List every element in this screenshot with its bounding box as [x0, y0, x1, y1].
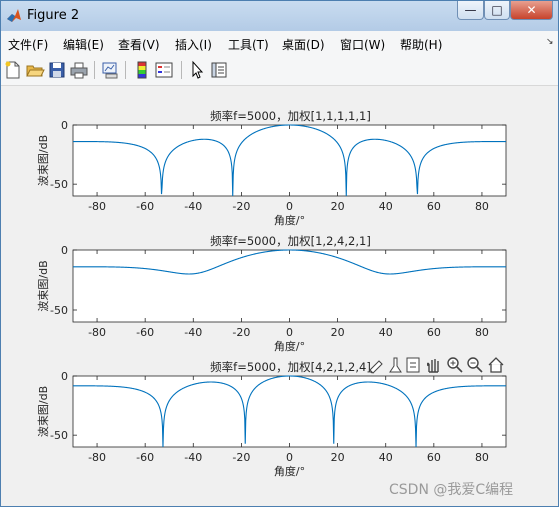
y-tick-label: -50 — [50, 429, 68, 442]
menu-bar: 文件(F) 编辑(E) 查看(V) 插入(I) 工具(T) 桌面(D) 窗口(W… — [1, 31, 558, 55]
x-tick-label: 40 — [379, 326, 393, 339]
y-tick-label: 0 — [61, 370, 68, 383]
pan-icon[interactable] — [426, 359, 439, 373]
x-axis-label: 角度/° — [274, 213, 305, 227]
x-tick-label: -40 — [184, 451, 202, 464]
x-tick-label: -60 — [136, 326, 154, 339]
y-tick-label: 0 — [61, 244, 68, 257]
axes-box — [72, 124, 507, 197]
brush-icon[interactable] — [368, 360, 383, 374]
title-bar[interactable]: Figure 2 — □ ✕ — [1, 1, 558, 31]
subplot-title: 频率f=5000，加权[1,2,4,2,1] — [210, 234, 371, 248]
figure-toolbar — [1, 55, 558, 86]
matlab-logo-icon — [7, 9, 21, 22]
menu-edit[interactable]: 编辑(E) — [63, 36, 104, 53]
y-axis-label: 波束图/dB — [37, 135, 50, 186]
figure-area: -80 -60 -40 -20 0 20 40 60 80 0 -50 频率f=5000，加权[1,1… — [1, 86, 558, 506]
axes-toolbar — [367, 356, 507, 374]
figure-window: Figure 2 — □ ✕ 文件(F) 编辑(E) 查看(V) 插入(I) 工… — [0, 0, 559, 507]
axes-box — [72, 375, 507, 448]
print-icon[interactable] — [69, 60, 89, 80]
menu-help[interactable]: 帮助(H) — [400, 36, 442, 53]
pointer-icon[interactable] — [187, 60, 207, 80]
x-tick-label: -40 — [184, 200, 202, 213]
data-tips-icon[interactable] — [389, 357, 402, 373]
link-plot-icon[interactable] — [100, 60, 120, 80]
x-tick-label: -60 — [136, 451, 154, 464]
menu-pin-icon[interactable]: ↘ — [546, 37, 554, 47]
subplot-title: 频率f=5000，加权[1,1,1,1,1] — [210, 109, 371, 123]
minimize-button[interactable]: — — [457, 1, 484, 20]
x-tick-label: 20 — [331, 451, 345, 464]
x-tick-label: 60 — [427, 326, 441, 339]
menu-window[interactable]: 窗口(W) — [340, 36, 385, 53]
menu-view[interactable]: 查看(V) — [118, 36, 160, 53]
y-axis-label: 波束图/dB — [37, 260, 50, 311]
x-tick-label: 60 — [427, 200, 441, 213]
new-figure-icon[interactable] — [3, 60, 23, 80]
subplot-1: -80 -60 -40 -20 0 20 40 60 80 0 -50 频率f=5000，加权[1,1… — [37, 109, 507, 227]
x-tick-label: 80 — [475, 200, 489, 213]
x-axis-label: 角度/° — [274, 339, 305, 353]
export-icon[interactable] — [406, 357, 420, 373]
home-icon[interactable] — [488, 357, 504, 373]
colorbar-icon[interactable] — [132, 60, 152, 80]
x-axis-label: 角度/° — [274, 464, 305, 478]
y-tick-label: 0 — [61, 119, 68, 132]
x-tick-label: -20 — [232, 200, 250, 213]
x-tick-label: 0 — [286, 326, 293, 339]
x-tick-label: -20 — [232, 451, 250, 464]
x-tick-label: 20 — [331, 326, 345, 339]
save-icon[interactable] — [47, 60, 67, 80]
x-tick-label: -40 — [184, 326, 202, 339]
x-tick-label: -60 — [136, 200, 154, 213]
axes-box — [72, 249, 507, 323]
open-file-icon[interactable] — [25, 60, 45, 80]
watermark-text: CSDN @我爱C编程 — [389, 482, 514, 498]
x-tick-label: 80 — [475, 326, 489, 339]
x-tick-label: 20 — [331, 200, 345, 213]
plots-svg: -80 -60 -40 -20 0 20 40 60 80 0 -50 频率f=5000，加权[1,1… — [37, 109, 507, 478]
window-title: Figure 2 — [27, 8, 80, 23]
x-tick-label: -80 — [88, 326, 106, 339]
close-button[interactable]: ✕ — [510, 1, 553, 20]
toolbar-separator — [94, 61, 95, 79]
y-tick-label: -50 — [50, 304, 68, 317]
subplot-title: 频率f=5000，加权[4,2,1,2,4] — [210, 360, 371, 374]
maximize-button[interactable]: □ — [484, 1, 510, 20]
x-tick-label: 40 — [379, 200, 393, 213]
x-tick-label: 0 — [286, 451, 293, 464]
x-tick-label: -20 — [232, 326, 250, 339]
x-tick-label: 80 — [475, 451, 489, 464]
x-tick-label: 60 — [427, 451, 441, 464]
property-editor-icon[interactable] — [209, 60, 229, 80]
subplot-2: -80 -60 -40 -20 0 20 40 60 80 0 -50 频率f=5000，加权[1,2… — [37, 234, 507, 353]
x-tick-label: 40 — [379, 451, 393, 464]
menu-insert[interactable]: 插入(I) — [175, 36, 212, 53]
x-tick-label: -80 — [88, 451, 106, 464]
toolbar-separator — [181, 61, 182, 79]
menu-desktop[interactable]: 桌面(D) — [282, 36, 325, 53]
menu-tools[interactable]: 工具(T) — [228, 36, 269, 53]
zoom-out-icon[interactable] — [467, 357, 483, 373]
y-tick-label: -50 — [50, 178, 68, 191]
x-tick-label: -80 — [88, 200, 106, 213]
toolbar-separator — [125, 61, 126, 79]
y-axis-label: 波束图/dB — [37, 386, 50, 437]
zoom-in-icon[interactable] — [447, 357, 463, 373]
subplot-3: -80 -60 -40 -20 0 20 40 60 80 0 -50 频率f=5000，加权[4,2… — [37, 360, 507, 478]
x-tick-label: 0 — [286, 200, 293, 213]
menu-file[interactable]: 文件(F) — [8, 36, 48, 53]
legend-icon[interactable] — [154, 60, 174, 80]
